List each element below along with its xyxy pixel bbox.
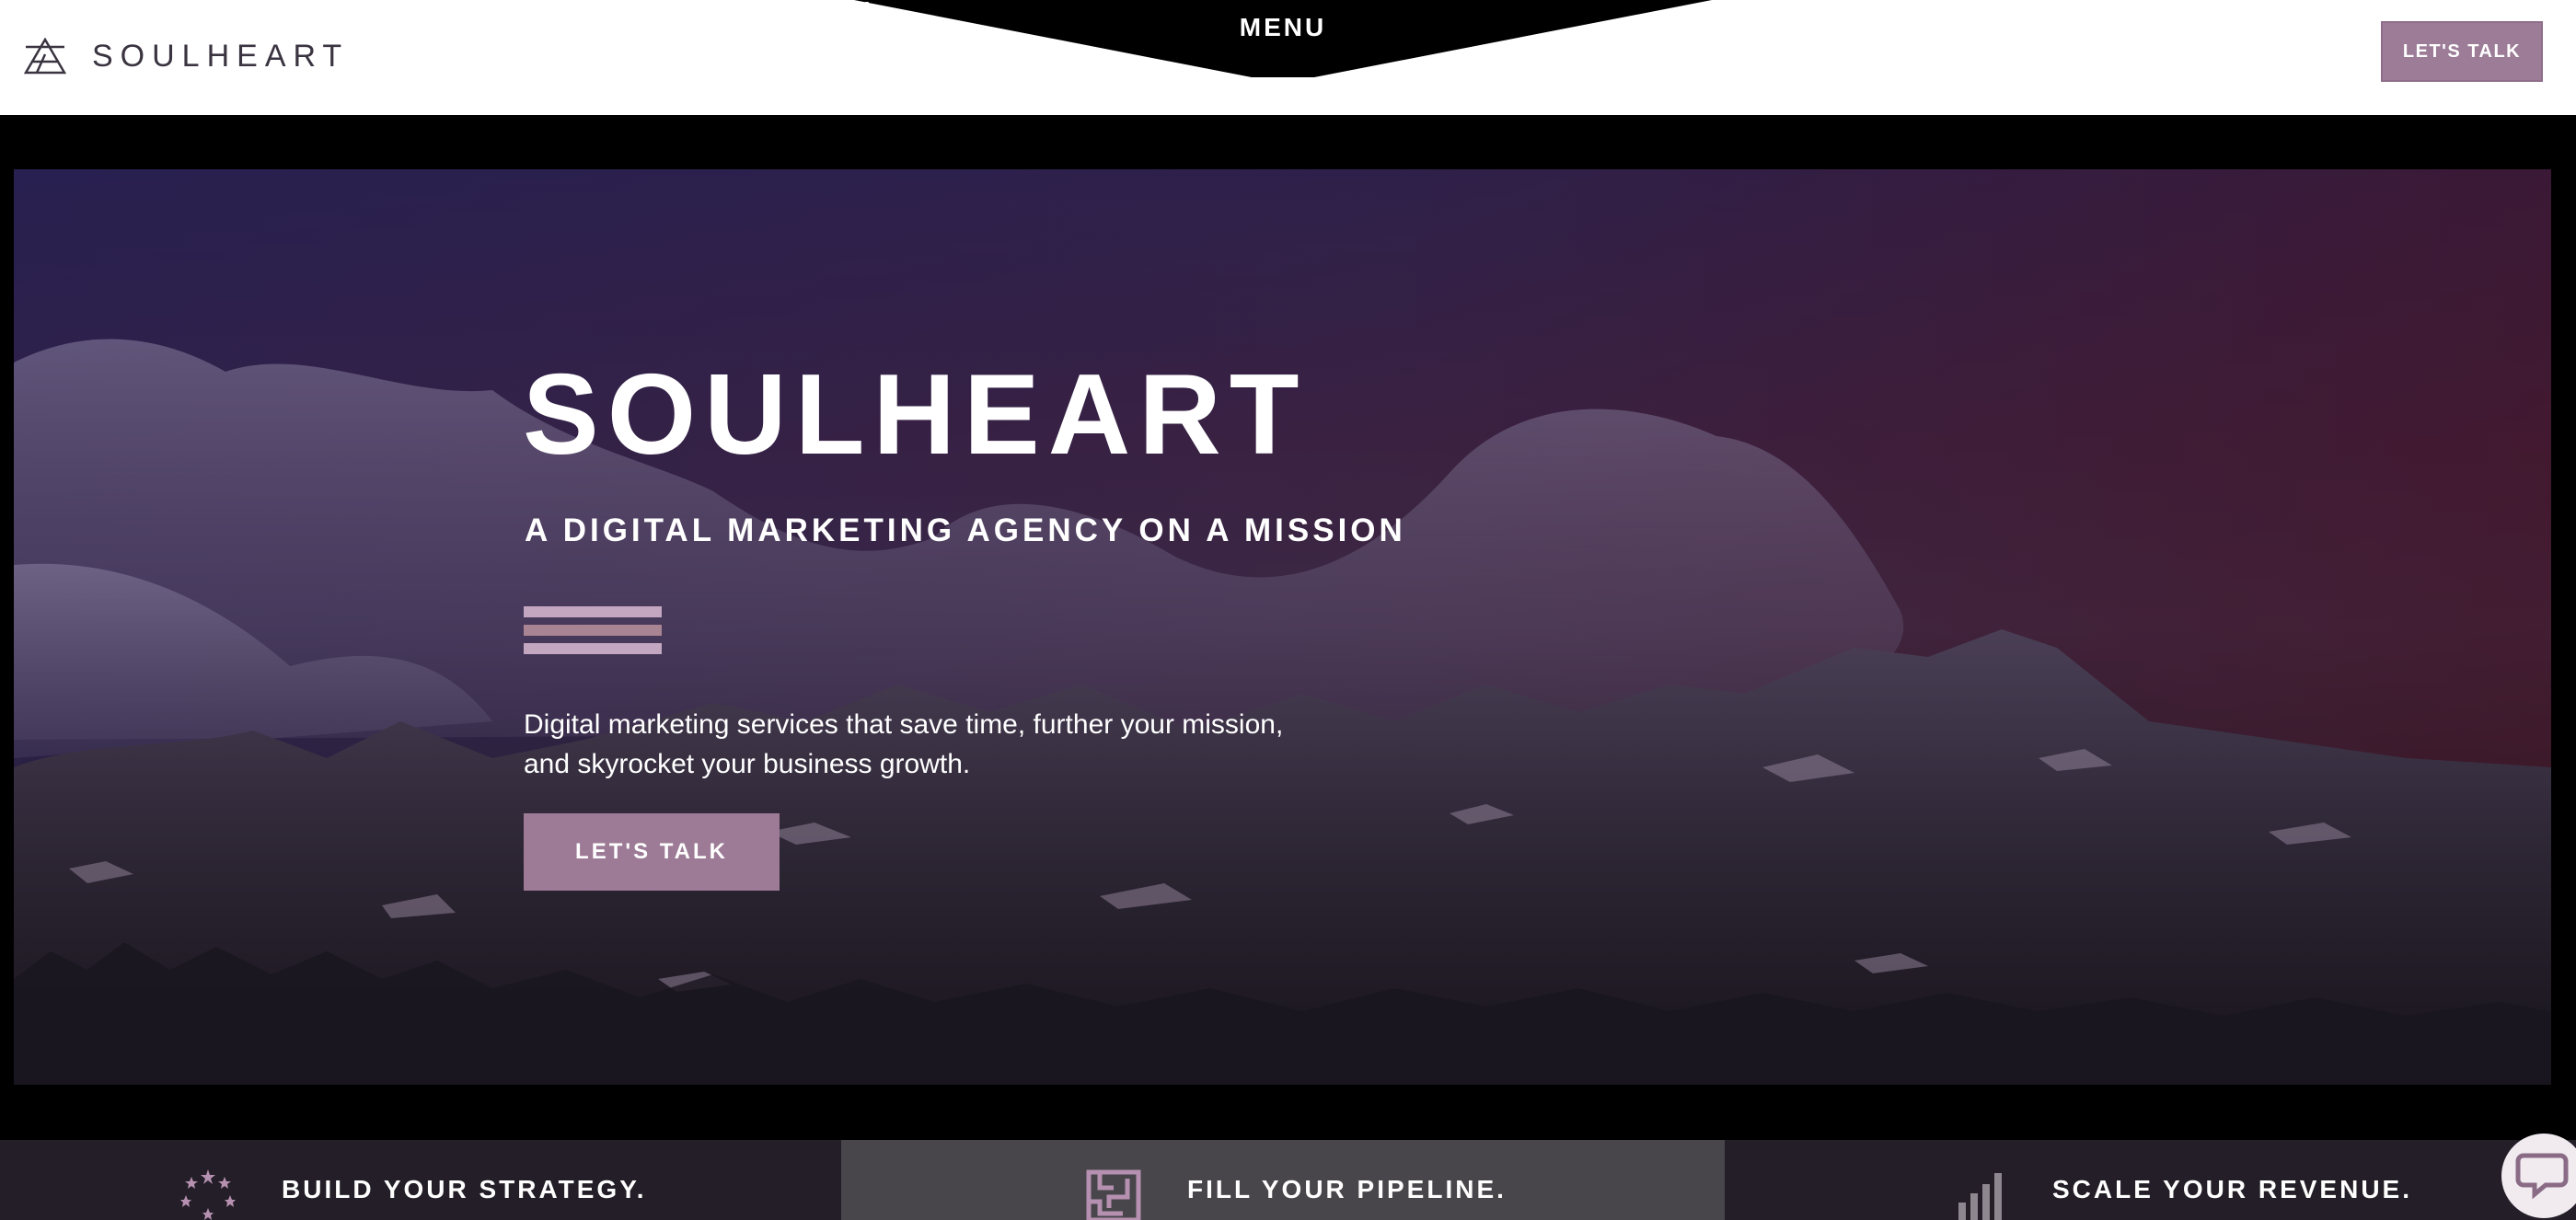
logo[interactable]: SOULHEART bbox=[24, 33, 349, 79]
hero-subtitle: A DIGITAL MARKETING AGENCY ON A MISSION bbox=[525, 512, 1406, 548]
maze-icon bbox=[1086, 1169, 1141, 1220]
decorative-bar bbox=[524, 643, 662, 654]
hero-lets-talk-button[interactable]: LET'S TALK bbox=[524, 813, 780, 891]
star-circle-icon bbox=[180, 1169, 236, 1220]
hero-section: SOULHEART A DIGITAL MARKETING AGENCY ON … bbox=[14, 169, 2551, 1085]
chat-button[interactable] bbox=[2501, 1134, 2576, 1218]
feature-label: BUILD YOUR STRATEGY. bbox=[282, 1175, 647, 1203]
chat-icon bbox=[2515, 1153, 2569, 1200]
site-header: SOULHEART MENU LET'S TALK bbox=[0, 0, 2576, 115]
feature-fill-pipeline[interactable]: FILL YOUR PIPELINE. bbox=[841, 1140, 1725, 1220]
triangle-logo-icon bbox=[24, 38, 66, 75]
menu-label: MENU bbox=[1239, 13, 1327, 41]
decorative-bars bbox=[524, 606, 662, 654]
arrow-down-icon bbox=[856, 2, 878, 25]
feature-build-strategy[interactable]: BUILD YOUR STRATEGY. bbox=[0, 1140, 841, 1220]
mountain-background-image bbox=[14, 339, 2551, 1085]
feature-scale-revenue[interactable]: SCALE YOUR REVENUE. bbox=[1725, 1140, 2576, 1220]
decorative-bar bbox=[524, 625, 662, 636]
hero-description: Digital marketing services that save tim… bbox=[524, 705, 1352, 784]
features-strip: BUILD YOUR STRATEGY. FILL YOUR PIPELINE.… bbox=[0, 1140, 2576, 1220]
hero-description-line: Digital marketing services that save tim… bbox=[524, 709, 1284, 740]
header-lets-talk-button[interactable]: LET'S TALK bbox=[2381, 21, 2543, 82]
feature-label: SCALE YOUR REVENUE. bbox=[2052, 1175, 2412, 1203]
hero-description-line: and skyrocket your business growth. bbox=[524, 749, 971, 779]
bar-chart-icon bbox=[1958, 1173, 2002, 1220]
hero-title: SOULHEART bbox=[523, 351, 1308, 478]
menu-button[interactable]: MENU bbox=[854, 0, 1712, 79]
decorative-bar bbox=[524, 606, 662, 617]
logo-text: SOULHEART bbox=[92, 38, 350, 74]
feature-label: FILL YOUR PIPELINE. bbox=[1187, 1175, 1507, 1203]
